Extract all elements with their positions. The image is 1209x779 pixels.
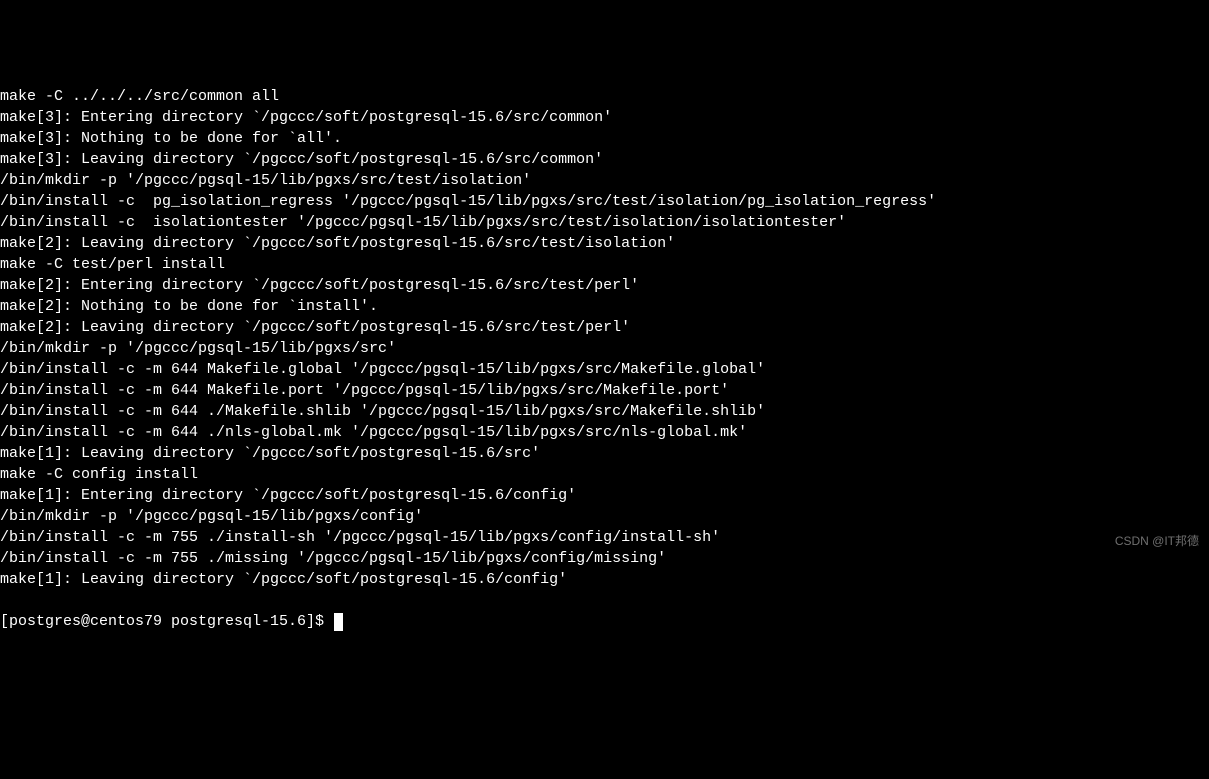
terminal-line: make[3]: Entering directory `/pgccc/soft… [0,107,1209,128]
terminal-line: make -C test/perl install [0,254,1209,275]
terminal-line: /bin/mkdir -p '/pgccc/pgsql-15/lib/pgxs/… [0,506,1209,527]
terminal-line: make[2]: Leaving directory `/pgccc/soft/… [0,233,1209,254]
terminal-line: /bin/install -c -m 755 ./install-sh '/pg… [0,527,1209,548]
terminal-line: /bin/install -c pg_isolation_regress '/p… [0,191,1209,212]
shell-prompt: [postgres@centos79 postgresql-15.6]$ [0,611,333,632]
terminal-line: make[2]: Nothing to be done for `install… [0,296,1209,317]
terminal-line: /bin/mkdir -p '/pgccc/pgsql-15/lib/pgxs/… [0,338,1209,359]
cursor-icon [334,613,343,631]
terminal-line: /bin/install -c -m 755 ./missing '/pgccc… [0,548,1209,569]
terminal-line: /bin/install -c -m 644 ./nls-global.mk '… [0,422,1209,443]
terminal-line: /bin/install -c isolationtester '/pgccc/… [0,212,1209,233]
terminal-line: make[3]: Leaving directory `/pgccc/soft/… [0,149,1209,170]
terminal-line: /bin/install -c -m 644 Makefile.global '… [0,359,1209,380]
terminal-line: make -C config install [0,464,1209,485]
terminal-line: make[1]: Entering directory `/pgccc/soft… [0,485,1209,506]
terminal-line: /bin/mkdir -p '/pgccc/pgsql-15/lib/pgxs/… [0,170,1209,191]
terminal-line: make[3]: Nothing to be done for `all'. [0,128,1209,149]
terminal-line: /bin/install -c -m 644 ./Makefile.shlib … [0,401,1209,422]
terminal-output[interactable]: make -C ../../../src/common allmake[3]: … [0,86,1209,590]
terminal-prompt-line[interactable]: [postgres@centos79 postgresql-15.6]$ [0,611,1209,632]
watermark-text: CSDN @IT邦德 [1115,531,1199,552]
terminal-line: make[1]: Leaving directory `/pgccc/soft/… [0,443,1209,464]
terminal-line: make -C ../../../src/common all [0,86,1209,107]
terminal-line: make[1]: Leaving directory `/pgccc/soft/… [0,569,1209,590]
terminal-line: make[2]: Entering directory `/pgccc/soft… [0,275,1209,296]
terminal-line: /bin/install -c -m 644 Makefile.port '/p… [0,380,1209,401]
terminal-line: make[2]: Leaving directory `/pgccc/soft/… [0,317,1209,338]
